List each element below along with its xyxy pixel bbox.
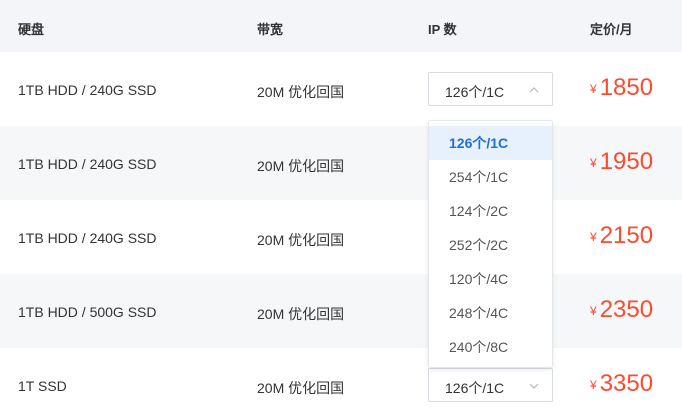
chevron-down-icon bbox=[529, 383, 539, 389]
price-value: 2350 bbox=[599, 296, 654, 323]
price-value: 2150 bbox=[599, 222, 654, 249]
bandwidth-cell: 20M 优化回国 bbox=[257, 306, 345, 322]
table-header: 硬盘 带宽 IP 数 定价/月 bbox=[0, 0, 682, 52]
ip-select-value: 126个/1C bbox=[445, 380, 505, 396]
bandwidth-cell: 20M 优化回国 bbox=[257, 232, 345, 248]
dropdown-option[interactable]: 248个/4C bbox=[429, 296, 552, 330]
dropdown-option[interactable]: 126个/1C bbox=[429, 126, 552, 160]
currency-symbol: ¥ bbox=[590, 378, 597, 392]
header-price: 定价/月 bbox=[590, 22, 633, 37]
price-value: 1850 bbox=[599, 74, 654, 101]
dropdown-option[interactable]: 254个/1C bbox=[429, 160, 552, 194]
price-value: 1950 bbox=[599, 148, 654, 175]
bandwidth-cell: 20M 优化回国 bbox=[257, 84, 345, 100]
price: ¥2150 bbox=[590, 222, 653, 250]
ip-select[interactable]: 126个/1C bbox=[428, 72, 553, 106]
header-ip: IP 数 bbox=[428, 22, 457, 37]
disk-cell: 1TB HDD / 240G SSD bbox=[18, 230, 157, 246]
disk-cell: 1TB HDD / 240G SSD bbox=[18, 156, 157, 172]
table-row: 1TB HDD / 240G SSD 20M 优化回国 126个/1C ¥185… bbox=[0, 52, 682, 126]
table-row: 1T SSD 20M 优化回国 126个/1C ¥3350 bbox=[0, 348, 682, 419]
currency-symbol: ¥ bbox=[590, 156, 597, 170]
currency-symbol: ¥ bbox=[590, 230, 597, 244]
table-row: 1TB HDD / 240G SSD 20M 优化回国 ¥2150 bbox=[0, 200, 682, 274]
bandwidth-cell: 20M 优化回国 bbox=[257, 158, 345, 174]
chevron-up-icon bbox=[529, 87, 539, 93]
table-row: 1TB HDD / 500G SSD 20M 优化回国 ¥2350 bbox=[0, 274, 682, 348]
ip-dropdown-menu: 126个/1C 254个/1C 124个/2C 252个/2C 120个/4C … bbox=[428, 120, 553, 368]
currency-symbol: ¥ bbox=[590, 82, 597, 96]
price: ¥2350 bbox=[590, 296, 653, 324]
header-bandwidth: 带宽 bbox=[257, 22, 284, 37]
disk-cell: 1TB HDD / 240G SSD bbox=[18, 82, 157, 98]
price-value: 3350 bbox=[599, 370, 654, 397]
dropdown-option[interactable]: 120个/4C bbox=[429, 262, 552, 296]
ip-select[interactable]: 126个/1C bbox=[428, 368, 553, 402]
price: ¥1950 bbox=[590, 148, 653, 176]
bandwidth-cell: 20M 优化回国 bbox=[257, 380, 345, 396]
ip-select-value: 126个/1C bbox=[445, 84, 505, 100]
dropdown-option[interactable]: 240个/8C bbox=[429, 330, 552, 364]
header-disk: 硬盘 bbox=[18, 22, 45, 37]
disk-cell: 1T SSD bbox=[18, 378, 67, 394]
dropdown-option[interactable]: 124个/2C bbox=[429, 194, 552, 228]
disk-cell: 1TB HDD / 500G SSD bbox=[18, 304, 157, 320]
table-row: 1TB HDD / 240G SSD 20M 优化回国 ¥1950 bbox=[0, 126, 682, 200]
dropdown-option[interactable]: 252个/2C bbox=[429, 228, 552, 262]
price: ¥3350 bbox=[590, 370, 653, 398]
currency-symbol: ¥ bbox=[590, 304, 597, 318]
price: ¥1850 bbox=[590, 74, 653, 102]
